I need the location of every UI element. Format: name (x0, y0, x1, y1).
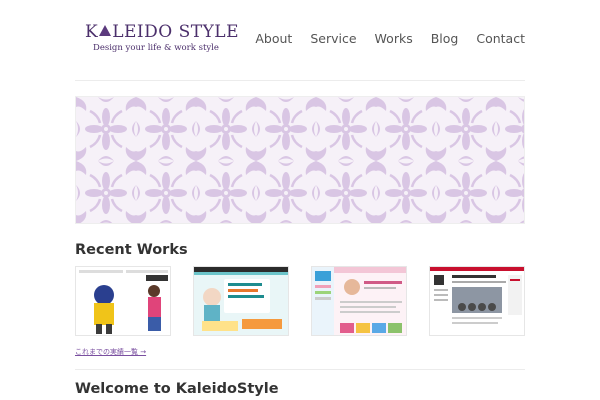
logo-triangle-icon (99, 25, 112, 36)
work-thumbnail-1[interactable] (75, 266, 171, 336)
main-nav: About Service Works Blog Contact (237, 31, 525, 46)
work-3-preview-image (312, 267, 406, 335)
nav-contact[interactable]: Contact (476, 31, 525, 46)
damask-pattern (76, 97, 524, 223)
header-divider (75, 80, 525, 81)
site-header: K LEIDO STYLE Design your life & work sty… (75, 0, 525, 80)
nav-service[interactable]: Service (310, 31, 356, 46)
welcome-heading: Welcome to KaleidoStyle (75, 381, 279, 397)
work-1-preview-image (76, 267, 170, 335)
nav-works[interactable]: Works (375, 31, 413, 46)
hero-banner (75, 96, 525, 224)
site-logo[interactable]: K LEIDO STYLE Design your life & work sty… (85, 22, 239, 58)
work-4-preview-image (430, 267, 524, 335)
recent-works-list (75, 266, 525, 338)
work-thumbnail-4[interactable] (429, 266, 525, 336)
recent-works-heading: Recent Works (75, 242, 188, 258)
section-divider (75, 369, 525, 370)
logo-title: K LEIDO STYLE (85, 22, 239, 42)
works-list-link[interactable]: これまでの実績一覧 → (75, 347, 146, 357)
nav-blog[interactable]: Blog (431, 31, 459, 46)
work-thumbnail-3[interactable] (311, 266, 407, 336)
work-2-preview-image (194, 267, 288, 335)
nav-about[interactable]: About (255, 31, 292, 46)
logo-tagline: Design your life & work style (93, 43, 219, 53)
work-thumbnail-2[interactable] (193, 266, 289, 336)
